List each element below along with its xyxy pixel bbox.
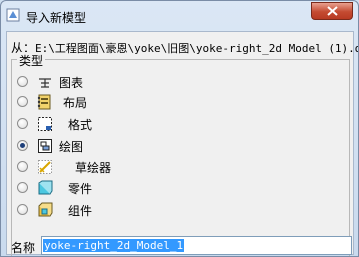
name-input[interactable]: yoke-right_2d_Model_1: [41, 236, 352, 255]
radio-assembly[interactable]: [17, 204, 28, 215]
type-option-assembly[interactable]: 组件: [17, 201, 217, 221]
window-title: 导入新模型: [26, 11, 87, 25]
close-icon: [327, 6, 338, 16]
assembly-icon: [38, 202, 53, 217]
type-option-drawing[interactable]: 绘图: [17, 137, 217, 157]
name-input-value[interactable]: yoke-right_2d_Model_1: [43, 239, 185, 252]
radio-format[interactable]: [17, 118, 28, 129]
dialog-body: 从：E:\工程图面\豪恩\yoke\旧图\yoke-right_2d Model…: [6, 31, 358, 256]
type-label-format: 格式: [68, 118, 93, 132]
type-label-part: 零件: [68, 182, 93, 196]
radio-diagram[interactable]: [17, 76, 28, 87]
diagram-icon: [39, 78, 51, 88]
type-option-part[interactable]: 零件: [17, 179, 217, 199]
radio-drawing[interactable]: [17, 140, 28, 151]
name-label: 名称: [11, 241, 36, 255]
app-icon: [6, 8, 20, 22]
type-label-assembly: 组件: [68, 204, 93, 218]
layout-icon: [37, 94, 51, 110]
sketcher-icon: [38, 160, 52, 174]
source-path-text: E:\工程图面\豪恩\yoke\旧图\yoke-right_2d Model (…: [35, 42, 359, 55]
close-button[interactable]: [311, 2, 353, 20]
radio-sketcher[interactable]: [17, 161, 28, 172]
radio-layout[interactable]: [17, 96, 28, 107]
type-option-format[interactable]: 格式: [17, 115, 217, 135]
source-path: 从：E:\工程图面\豪恩\yoke\旧图\yoke-right_2d Model…: [11, 39, 359, 56]
radio-part[interactable]: [17, 182, 28, 193]
type-label-diagram: 图表: [59, 76, 84, 90]
part-icon: [38, 180, 53, 195]
type-option-layout[interactable]: 布局: [17, 93, 217, 113]
title-bar[interactable]: 导入新模型: [1, 1, 358, 31]
type-label-drawing: 绘图: [59, 140, 84, 154]
type-group-label: 类型: [17, 52, 46, 69]
type-option-sketcher[interactable]: 草绘器: [17, 158, 217, 178]
type-label-layout: 布局: [63, 96, 88, 110]
import-model-dialog: 导入新模型 从：E:\工程图面\豪恩\yoke\旧图\yoke-right_2d…: [0, 0, 359, 257]
drawing-icon: [38, 139, 52, 153]
type-label-sketcher: 草绘器: [75, 161, 112, 175]
type-option-diagram[interactable]: 图表: [17, 73, 217, 93]
format-icon: [38, 117, 52, 131]
